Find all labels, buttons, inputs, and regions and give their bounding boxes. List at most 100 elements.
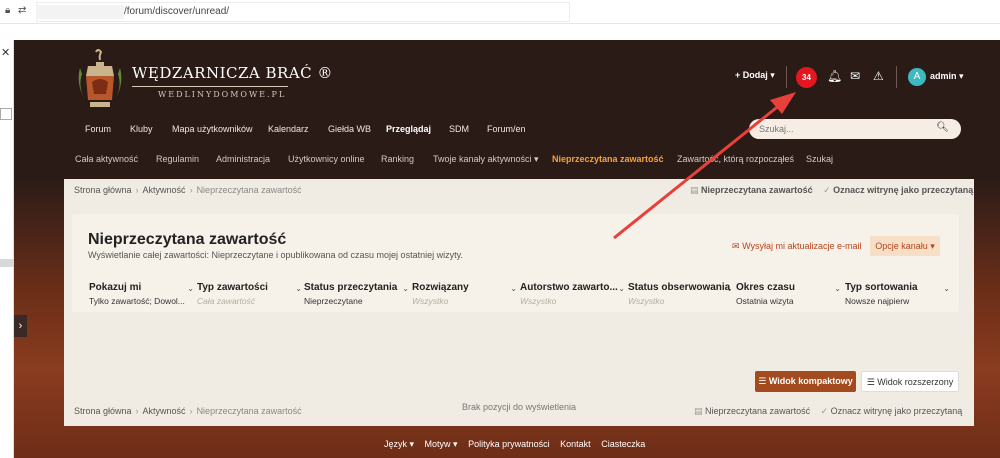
feed-options-button[interactable]: Opcje kanału ▾ bbox=[870, 236, 940, 256]
filter-authorship[interactable]: Autorstwo zawarto... Wszystko ⌄ bbox=[520, 282, 627, 306]
breadcrumb-actions-bottom: ▤ Nieprzeczytana zawartość ✓ Oznacz witr… bbox=[694, 406, 962, 417]
panel-checkbox[interactable] bbox=[0, 108, 12, 120]
swap-icon[interactable]: ⇄ bbox=[18, 5, 26, 16]
browser-address-bar: 🔒︎ ⇄ /forum/discover/unread/ bbox=[0, 0, 1000, 24]
email-updates-link[interactable]: ✉ Wysyłaj mi aktualizacje e-mail bbox=[732, 241, 862, 252]
filter-read-status[interactable]: Status przeczytania Nieprzeczytane ⌄ bbox=[304, 282, 411, 306]
breadcrumb-bottom: Strona główna › Aktywność › Nieprzeczytana z… bbox=[74, 406, 302, 416]
filter-sort-type[interactable]: Typ sortowania Nowsze najpierw ⌄ bbox=[845, 282, 952, 306]
search-box: 🔍︎ bbox=[749, 119, 961, 139]
filter-label: Pokazuj mi bbox=[89, 282, 142, 293]
site-page: › WĘDZARNICZA BRAĆ ® WEDLINYDOMOWE.PL + … bbox=[14, 40, 1000, 458]
filter-label: Typ sortowania bbox=[845, 282, 918, 293]
feed-icon: ▤ bbox=[690, 185, 699, 195]
filter-label: Okres czasu bbox=[736, 282, 795, 293]
mark-read-link[interactable]: Oznacz witrynę jako przeczytaną bbox=[833, 185, 973, 195]
filter-value: Nowsze najpierw bbox=[845, 296, 910, 306]
user-menu[interactable]: admin ▾ bbox=[930, 71, 964, 82]
envelope-icon: ✉ bbox=[732, 241, 740, 251]
footer-privacy[interactable]: Polityka prywatności bbox=[468, 439, 550, 449]
nav-user-map[interactable]: Mapa użytkowników bbox=[172, 124, 253, 134]
filter-value: Tylko zawartość; Dowol... bbox=[89, 296, 185, 306]
breadcrumb-current: Nieprzeczytana zawartość bbox=[196, 406, 302, 416]
breadcrumb-activity[interactable]: Aktywność bbox=[143, 185, 186, 195]
close-icon[interactable]: ✕ bbox=[1, 46, 10, 59]
expanded-view-button[interactable]: ☰ Widok rozszerzony bbox=[861, 371, 959, 392]
breadcrumb-home[interactable]: Strona główna bbox=[74, 185, 132, 195]
nav-forum-en[interactable]: Forum/en bbox=[487, 124, 526, 134]
chevron-down-icon: ⌄ bbox=[618, 284, 625, 293]
filter-value: Wszystko bbox=[520, 296, 557, 306]
expanded-view-label: Widok rozszerzony bbox=[877, 377, 954, 387]
side-panel: ✕ bbox=[0, 40, 14, 458]
footer-theme[interactable]: Motyw ▾ bbox=[425, 439, 458, 449]
search-input[interactable] bbox=[759, 122, 929, 136]
warning-icon[interactable]: ⚠ bbox=[873, 69, 884, 83]
page-description: Wyświetlanie całej zawartości: Nieprzecz… bbox=[88, 250, 463, 260]
breadcrumb-activity[interactable]: Aktywność bbox=[143, 406, 186, 416]
subnav-unread-content[interactable]: Nieprzeczytana zawartość bbox=[552, 154, 664, 164]
nav-sdm[interactable]: SDM bbox=[449, 124, 469, 134]
footer-language[interactable]: Język ▾ bbox=[384, 439, 414, 449]
logo-title[interactable]: WĘDZARNICZA BRAĆ ® bbox=[132, 64, 333, 82]
filter-label: Typ zawartości bbox=[197, 282, 268, 293]
filter-show-me[interactable]: Pokazuj mi Tylko zawartość; Dowol... ⌄ bbox=[89, 282, 196, 306]
subnav-online-users[interactable]: Użytkownicy online bbox=[288, 154, 365, 164]
notification-count-badge[interactable]: 34 bbox=[796, 67, 817, 88]
chevron-down-icon: ⌄ bbox=[726, 284, 733, 293]
subnav-ranking[interactable]: Ranking bbox=[381, 154, 414, 164]
mark-read-link[interactable]: Oznacz witrynę jako przeczytaną bbox=[831, 406, 963, 416]
subnav-started-content[interactable]: Zawartość, którą rozpocząłeś bbox=[677, 154, 794, 164]
compact-view-button[interactable]: ☰ Widok kompaktowy bbox=[755, 371, 856, 392]
lock-icon: 🔒︎ bbox=[5, 5, 11, 16]
url-text[interactable]: /forum/discover/unread/ bbox=[124, 6, 229, 17]
filter-value: Cała zawartość bbox=[197, 296, 256, 306]
logo-emblem[interactable] bbox=[74, 48, 126, 110]
chevron-right-icon[interactable]: › bbox=[14, 315, 27, 337]
divider bbox=[786, 66, 787, 88]
subnav-all-activity[interactable]: Cała aktywność bbox=[75, 154, 138, 164]
nav-browse[interactable]: Przeglądaj bbox=[386, 124, 431, 134]
breadcrumb: Strona główna › Aktywność › Nieprzeczytana z… bbox=[74, 185, 302, 195]
subnav-search[interactable]: Szukaj bbox=[806, 154, 833, 164]
filter-content-type[interactable]: Typ zawartości Cała zawartość ⌄ bbox=[197, 282, 304, 306]
unread-link[interactable]: Nieprzeczytana zawartość bbox=[705, 406, 810, 416]
filter-solved[interactable]: Rozwiązany Wszystko ⌄ bbox=[412, 282, 519, 306]
subnav-administration[interactable]: Administracja bbox=[216, 154, 270, 164]
nav-forum[interactable]: Forum bbox=[85, 124, 111, 134]
nav-clubs[interactable]: Kluby bbox=[130, 124, 153, 134]
footer-contact[interactable]: Kontakt bbox=[560, 439, 591, 449]
chevron-down-icon: ⌄ bbox=[510, 284, 517, 293]
filter-value: Ostatnia wizyta bbox=[736, 296, 794, 306]
filter-value: Nieprzeczytane bbox=[304, 296, 363, 306]
envelope-icon[interactable]: ✉ bbox=[850, 69, 860, 83]
breadcrumb-home[interactable]: Strona główna bbox=[74, 406, 132, 416]
footer-cookies[interactable]: Ciasteczka bbox=[601, 439, 645, 449]
filter-value: Wszystko bbox=[412, 296, 449, 306]
add-button[interactable]: + Dodaj ▾ bbox=[735, 70, 775, 81]
chevron-down-icon: ⌄ bbox=[187, 284, 194, 293]
nav-calendar[interactable]: Kalendarz bbox=[268, 124, 309, 134]
url-redacted bbox=[36, 5, 124, 19]
bell-icon[interactable]: 🔔︎ bbox=[827, 69, 842, 83]
avatar[interactable]: A bbox=[908, 68, 926, 86]
panel-divider bbox=[0, 259, 14, 267]
chevron-down-icon: ⌄ bbox=[943, 284, 950, 293]
filter-follow-status[interactable]: Status obserwowania Wszystko ⌄ bbox=[628, 282, 735, 306]
compact-view-label: Widok kompaktowy bbox=[768, 376, 853, 386]
page-title: Nieprzeczytana zawartość bbox=[88, 231, 287, 248]
subnav-rules[interactable]: Regulamin bbox=[156, 154, 199, 164]
nav-exchange[interactable]: Giełda WB bbox=[328, 124, 371, 134]
unread-link[interactable]: Nieprzeczytana zawartość bbox=[701, 185, 813, 195]
filter-label: Status obserwowania bbox=[628, 282, 731, 293]
search-icon[interactable]: 🔍︎ bbox=[936, 122, 949, 133]
subnav-activity-streams[interactable]: Twoje kanały aktywności ▾ bbox=[433, 154, 539, 165]
email-updates-label: Wysyłaj mi aktualizacje e-mail bbox=[742, 241, 862, 251]
breadcrumb-current: Nieprzeczytana zawartość bbox=[196, 185, 302, 195]
feed-icon: ▤ bbox=[694, 406, 703, 416]
filter-time-period[interactable]: Okres czasu Ostatnia wizyta ⌄ bbox=[736, 282, 843, 306]
filter-label: Rozwiązany bbox=[412, 282, 469, 293]
chevron-down-icon: ⌄ bbox=[295, 284, 302, 293]
divider bbox=[896, 66, 897, 88]
content-panel: Strona główna › Aktywność › Nieprzeczytana z… bbox=[64, 179, 974, 426]
